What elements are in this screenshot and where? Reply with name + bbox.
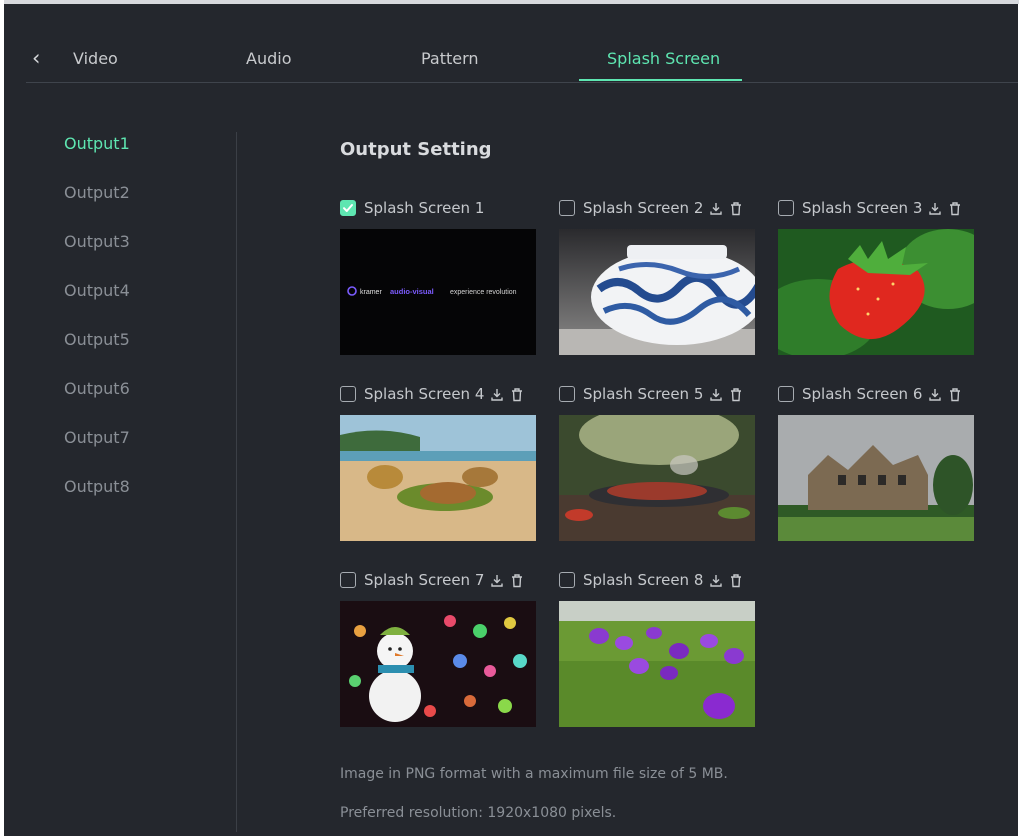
sidebar-item-output3[interactable]: Output3 [64,232,130,252]
splash-card-3: Splash Screen 3 [778,197,978,357]
splash-label-7: Splash Screen 7 [364,571,485,589]
trash-icon[interactable] [510,387,524,402]
download-icon[interactable] [928,201,942,216]
splash-checkbox-1[interactable] [340,200,356,216]
splash-card-4: Splash Screen 4 [340,383,540,543]
splash-checkbox-6[interactable] [778,386,794,402]
trash-icon[interactable] [510,573,524,588]
splash-label-3: Splash Screen 3 [802,199,923,217]
splash-label-6: Splash Screen 6 [802,385,923,403]
splash-thumbnail-3[interactable] [778,229,974,355]
tab-splash-screen[interactable]: Splash Screen [607,49,720,69]
splash-card-8: Splash Screen 8 [559,569,759,729]
tab-bar: ‹ Video Audio Pattern Splash Screen [26,40,1018,83]
splash-label-1: Splash Screen 1 [364,199,485,217]
tab-audio[interactable]: Audio [246,49,291,69]
sidebar-item-output1[interactable]: Output1 [64,134,130,154]
sidebar-item-output7[interactable]: Output7 [64,428,130,448]
splash-label-2: Splash Screen 2 [583,199,704,217]
download-icon[interactable] [709,573,723,588]
splash-thumbnail-5[interactable] [559,415,755,541]
sidebar-divider [236,132,237,832]
download-icon[interactable] [928,387,942,402]
trash-icon[interactable] [948,201,962,216]
kramer-tagline: experience revolution [450,289,517,296]
active-tab-indicator [579,79,742,81]
splash-checkbox-7[interactable] [340,572,356,588]
sidebar-item-output2[interactable]: Output2 [64,183,130,203]
back-chevron-icon[interactable]: ‹ [32,46,52,70]
splash-label-8: Splash Screen 8 [583,571,704,589]
splash-label-4: Splash Screen 4 [364,385,485,403]
tab-pattern[interactable]: Pattern [421,49,479,69]
splash-card-7: Splash Screen 7 [340,569,540,729]
sidebar-item-output4[interactable]: Output4 [64,281,130,301]
splash-checkbox-5[interactable] [559,386,575,402]
splash-card-1: Splash Screen 1 kramer audio-visual expe… [340,197,540,357]
splash-thumbnail-7[interactable] [340,601,536,727]
splash-checkbox-8[interactable] [559,572,575,588]
download-icon[interactable] [709,201,723,216]
splash-card-2: Splash Screen 2 [559,197,759,357]
trash-icon[interactable] [729,387,743,402]
trash-icon[interactable] [948,387,962,402]
resolution-note: Preferred resolution: 1920x1080 pixels. [340,805,617,821]
splash-card-5: Splash Screen 5 [559,383,759,543]
kramer-highlight: audio-visual [390,287,434,296]
section-title: Output Setting [340,139,492,160]
trash-icon[interactable] [729,573,743,588]
splash-checkbox-3[interactable] [778,200,794,216]
tab-video[interactable]: Video [73,49,118,69]
download-icon[interactable] [490,387,504,402]
splash-thumbnail-1[interactable]: kramer audio-visual experience revolutio… [340,229,536,355]
format-note: Image in PNG format with a maximum file … [340,766,728,782]
splash-label-5: Splash Screen 5 [583,385,704,403]
splash-screen-panel: ‹ Video Audio Pattern Splash Screen Outp… [4,4,1018,836]
sidebar-item-output8[interactable]: Output8 [64,477,130,497]
splash-thumbnail-8[interactable] [559,601,755,727]
splash-card-6: Splash Screen 6 [778,383,978,543]
sidebar-item-output6[interactable]: Output6 [64,379,130,399]
splash-thumbnail-4[interactable] [340,415,536,541]
splash-thumbnail-2[interactable] [559,229,755,355]
splash-checkbox-4[interactable] [340,386,356,402]
splash-checkbox-2[interactable] [559,200,575,216]
download-icon[interactable] [490,573,504,588]
sidebar-item-output5[interactable]: Output5 [64,330,130,350]
kramer-brand: kramer [360,289,382,296]
trash-icon[interactable] [729,201,743,216]
splash-thumbnail-6[interactable] [778,415,974,541]
download-icon[interactable] [709,387,723,402]
